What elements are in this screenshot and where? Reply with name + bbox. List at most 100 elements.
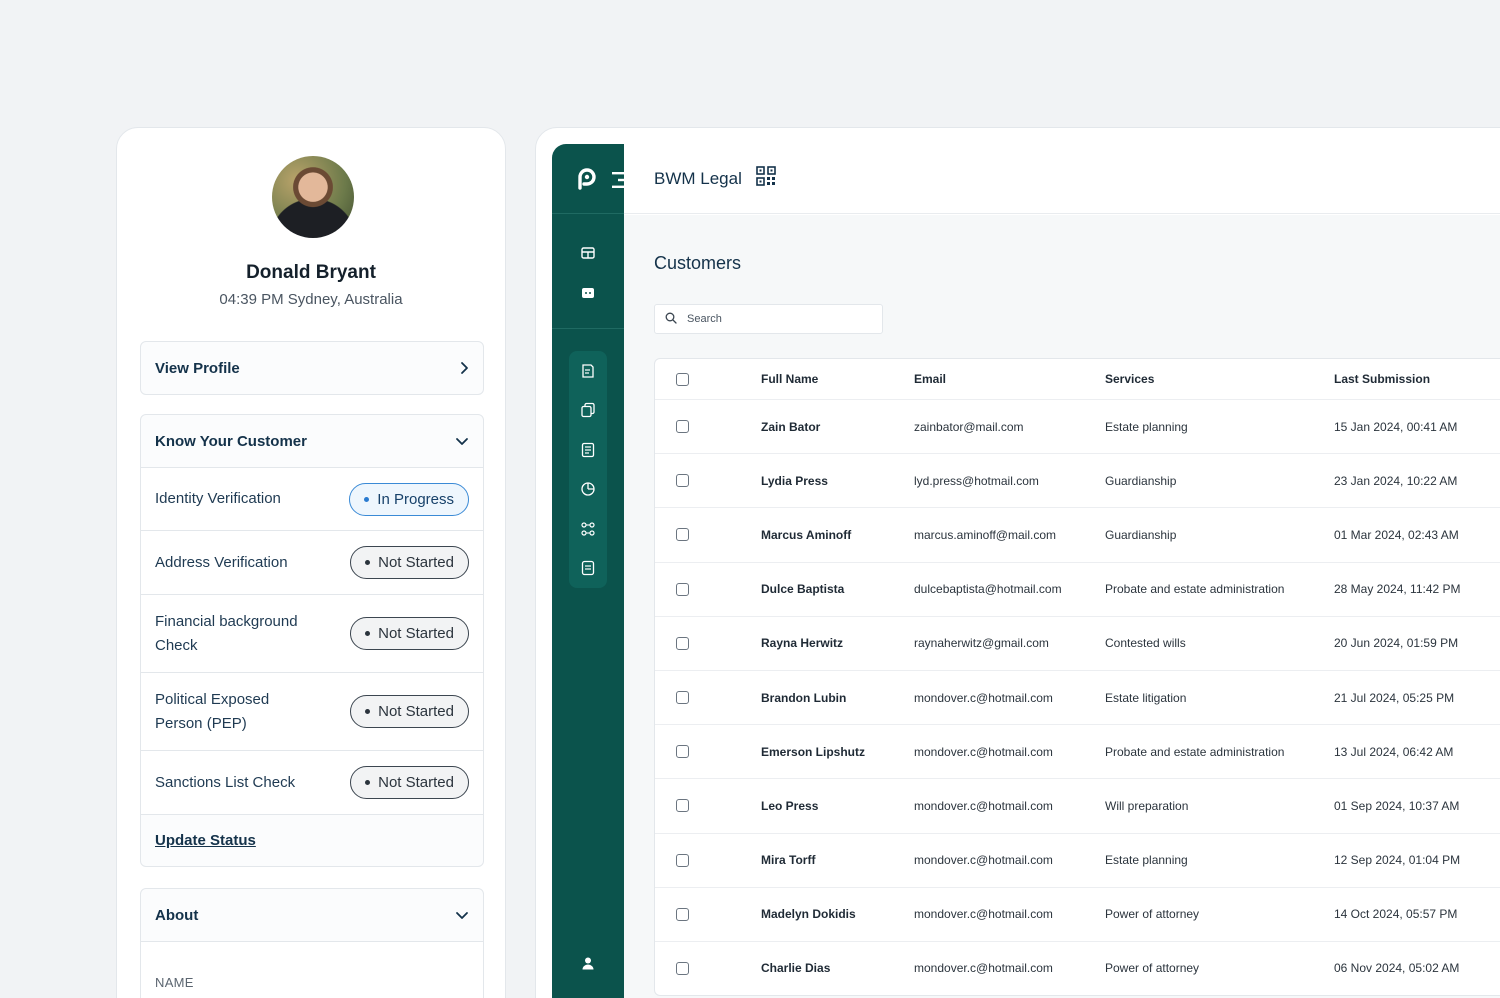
table-row[interactable]: Madelyn Dokidis mondover.c@hotmail.com Pow… [655,886,1500,941]
status-badge[interactable]: In Progress [349,482,469,516]
network-icon[interactable] [569,509,607,549]
customer-email: mondover.c@hotmail.com [914,961,1053,976]
row-checkbox[interactable] [676,799,689,813]
update-status-link[interactable]: Update Status [155,832,256,849]
app-window: BWM Legal Customers Full Name Email Serv… [535,127,1500,998]
status-dot-icon [365,631,371,636]
customer-name[interactable]: Lydia Press [761,474,914,488]
table-row[interactable]: Mira Torff mondover.c@hotmail.com Estate p… [655,832,1500,887]
customer-service: Power of attorney [1105,961,1200,976]
customer-service: Probate and estate administration [1105,582,1285,597]
row-checkbox[interactable] [676,636,689,650]
row-checkbox[interactable] [676,474,689,488]
column-header-email[interactable]: Email [914,372,1105,386]
status-badge[interactable]: Not Started [350,546,469,579]
page-title: Customers [654,253,742,273]
profile-location-time: 04:39 PM Sydney, Australia [219,291,403,308]
documents-icon[interactable] [569,391,607,431]
status-badge[interactable]: Not Started [350,695,469,728]
logo-icon[interactable] [574,164,600,197]
kyc-panel: Know Your Customer Identity Verification… [140,414,484,867]
search-icon [665,312,677,327]
row-checkbox[interactable] [676,907,689,921]
customer-last-submission: 20 Jun 2024, 01:59 PM [1334,636,1459,651]
customer-last-submission: 01 Mar 2024, 02:43 AM [1334,527,1459,542]
select-all-checkbox[interactable] [676,372,689,386]
column-header-services[interactable]: Services [1105,372,1334,386]
customer-last-submission: 06 Nov 2024, 05:02 AM [1334,961,1460,976]
search-box [654,304,883,334]
table-row[interactable]: Rayna Herwitz raynaherwitz@gmail.com Conte… [655,615,1500,670]
status-badge[interactable]: Not Started [350,766,469,799]
row-checkbox[interactable] [676,420,689,434]
table-row[interactable]: Zain Bator zainbator@mail.com Estate plann… [655,399,1500,453]
column-header-last-submission[interactable]: Last Submission [1334,372,1500,386]
customer-email: mondover.c@hotmail.com [914,853,1053,868]
customer-name[interactable]: Rayna Herwitz [761,636,914,650]
chevron-down-icon [455,910,469,920]
sidebar [552,144,636,998]
table-row[interactable]: Brandon Lubin mondover.c@hotmail.com Estat… [655,669,1500,724]
edit-document-icon[interactable] [569,351,607,391]
row-checkbox[interactable] [676,528,689,542]
customer-name[interactable]: Dulce Baptista [761,582,914,596]
row-checkbox[interactable] [676,745,689,759]
customer-service: Guardianship [1105,473,1177,488]
chat-icon[interactable] [569,274,607,312]
customer-name[interactable]: Mira Torff [761,853,914,867]
customer-service: Estate planning [1105,853,1188,868]
table-row[interactable]: Charlie Dias mondover.c@hotmail.com Power … [655,940,1500,995]
customer-name[interactable]: Madelyn Dokidis [761,907,914,921]
table-row[interactable]: Dulce Baptista dulcebaptista@hotmail.com P… [655,561,1500,616]
update-status-row: Update Status [141,814,483,866]
kyc-item-identity: Identity Verification In Progress [141,467,483,530]
customer-last-submission: 12 Sep 2024, 01:04 PM [1334,853,1461,868]
profile-name: Donald Bryant [246,262,376,283]
report-icon[interactable] [569,430,607,470]
customer-service: Guardianship [1105,527,1177,542]
customers-table: Full Name Email Services Last Submission… [654,358,1500,997]
customer-name[interactable]: Charlie Dias [761,961,914,975]
customer-name[interactable]: Zain Bator [761,420,914,434]
column-header-full-name[interactable]: Full Name [761,372,914,386]
customer-name[interactable]: Brandon Lubin [761,691,914,705]
customer-last-submission: 28 May 2024, 11:42 PM [1334,582,1461,597]
chevron-down-icon [455,436,469,446]
avatar [272,156,354,238]
sidebar-group-primary [552,214,624,329]
customer-email: dulcebaptista@hotmail.com [914,582,1062,597]
sidebar-header [552,144,636,214]
kyc-item-label: Sanctions List Check [155,773,296,791]
user-icon[interactable] [552,956,624,970]
status-dot-icon [364,496,370,502]
about-header[interactable]: About [141,889,483,941]
status-dot-icon [365,709,371,714]
qr-code-icon[interactable] [756,166,776,191]
table-row[interactable]: Emerson Lipshutz mondover.c@hotmail.com Pr… [655,724,1500,778]
customer-name[interactable]: Leo Press [761,799,914,813]
about-panel: About NAME [140,888,484,998]
view-profile-button[interactable]: View Profile [140,341,484,395]
customer-email: mondover.c@hotmail.com [914,798,1053,813]
row-checkbox[interactable] [676,853,689,867]
row-checkbox[interactable] [676,691,689,705]
dashboard-icon[interactable] [569,234,607,272]
row-checkbox[interactable] [676,961,689,975]
kyc-header[interactable]: Know Your Customer [141,415,483,467]
kyc-item-label: Political Exposed Person (PEP) [155,690,270,732]
notes-icon[interactable] [569,549,607,589]
search-input[interactable] [687,313,867,325]
table-row[interactable]: Leo Press mondover.c@hotmail.com Will prep… [655,778,1500,832]
customer-name[interactable]: Marcus Aminoff [761,528,914,542]
row-checkbox[interactable] [676,582,689,596]
about-title: About [155,906,199,924]
status-badge[interactable]: Not Started [350,617,469,650]
table-row[interactable]: Lydia Press lyd.press@hotmail.com Guardian… [655,453,1500,507]
customer-email: marcus.aminoff@mail.com [914,527,1056,542]
table-header-row: Full Name Email Services Last Submission [655,359,1500,399]
customer-name[interactable]: Emerson Lipshutz [761,745,914,759]
table-row[interactable]: Marcus Aminoff marcus.aminoff@mail.com Gua… [655,507,1500,561]
analytics-icon[interactable] [569,470,607,510]
field-label: NAME [155,975,194,990]
customer-service: Will preparation [1105,798,1189,813]
